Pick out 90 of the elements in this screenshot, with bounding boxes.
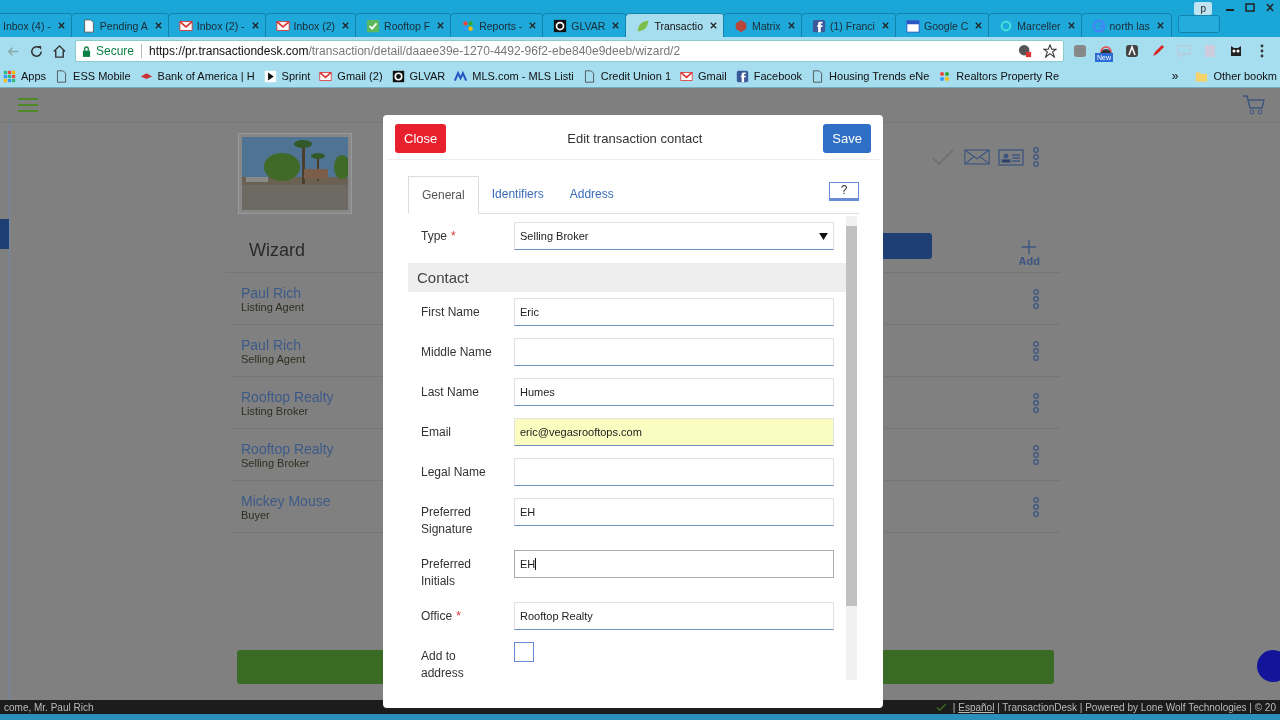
contact-role: Selling Broker [241,456,310,469]
dialog-tab[interactable]: Address [556,176,627,213]
bookmark-label: ESS Mobile [73,70,131,82]
field-label: Email [420,424,452,441]
bookmark[interactable]: Realtors Property Re [938,69,1060,83]
contact-role: Listing Broker [241,404,309,417]
tab-title: Marceller [1017,19,1062,32]
bookmark-label: GLVAR [409,70,446,82]
language-link[interactable]: Español [958,701,995,713]
browser-tab[interactable]: Inbox (2) [264,13,358,37]
close-button[interactable]: Close [395,124,447,153]
tab-title: (1) Franci [830,19,876,32]
bookmark-label: Housing Trends eNe [829,70,930,82]
browser-tab[interactable]: Rooftop F [355,13,453,37]
bookmark[interactable]: Bank of America | H [139,69,255,83]
bookmark[interactable]: ESS Mobile [55,69,131,83]
tab-title: GLVAR [571,19,607,32]
type-dropdown[interactable]: Selling Broker [514,222,834,250]
bookmark-label: Facebook [753,70,803,82]
browser-tab[interactable]: Marceller [988,13,1083,37]
tab-title: Rooftop F [384,19,432,32]
tab-title: Inbox (4) - [3,19,52,32]
tab-title: Pending A [99,19,149,32]
browser-tab[interactable]: Google C [894,13,991,37]
field-label: Last Name [420,384,481,401]
address-bar[interactable]: Secure https://pr.transactiondesk.com/transaction/detail/daaee39e-1270-4492-96f2-ebe840e9deeb/wizard/2 [75,40,1064,62]
bookmark-label: Other bookm [1213,70,1277,82]
bookmark-label: Gmail [698,70,727,82]
browser-tab[interactable]: Pending A [70,13,170,37]
field-label: Middle Name [420,344,493,361]
tab-title: Matrix [752,19,782,32]
browser-tab[interactable]: (1) Franci [801,13,897,37]
browser-tab[interactable]: Transactio [625,13,726,37]
field-label: Legal Name [420,464,487,481]
input-field[interactable]: eric@vegasrooftops.com [514,418,834,446]
browser-tab[interactable]: GLVAR [542,13,628,37]
bookmark[interactable]: Sprint [263,69,311,83]
field-label: Preferred Signature [420,504,474,538]
input-field[interactable]: EH [514,550,834,578]
contact-role: Buyer [241,508,270,521]
browser-tab[interactable]: Reports - [450,13,545,37]
dialog-title: Edit transaction contact [566,131,704,146]
dialog-tab[interactable]: Identifiers [478,176,557,213]
bookmark[interactable]: Facebook [735,69,803,83]
help-button[interactable]: ? [829,182,859,201]
input-field[interactable]: Humes [514,378,834,406]
bookmark-label: Apps [21,70,47,82]
field-label: Type * [420,228,457,245]
tab-title: Inbox (2) - [196,19,246,32]
profile-badge[interactable]: p [1194,2,1212,15]
field-label: Add to address [420,648,465,680]
input-field[interactable]: Rooftop Realty [514,602,834,630]
section-header: Contact [408,263,846,292]
bookmark[interactable]: Credit Union 1 [582,69,672,83]
bookmark-folder[interactable]: Other bookm [1195,69,1277,83]
bookmark[interactable]: Housing Trends eNe [811,69,930,83]
bookmark[interactable]: Gmail (2) [319,69,383,83]
bookmark[interactable]: MLS.com - MLS Listi [454,69,574,83]
more-bookmarks-button[interactable]: » [1171,69,1179,83]
field-label: Office * [420,608,462,625]
bookmark-label: MLS.com - MLS Listi [472,70,574,82]
browser-tab[interactable]: Inbox (2) - [167,13,267,37]
bookmark[interactable]: Gmail [680,69,727,83]
browser-tab[interactable]: north las [1080,13,1172,37]
tab-title: north las [1109,19,1151,32]
tab-title: Reports - [479,19,524,32]
tab-title: Inbox (2) [293,19,337,32]
dialog-tab[interactable]: General [408,176,479,214]
contact-role: Listing Agent [241,300,304,313]
bookmark-label: Bank of America | H [157,70,255,82]
save-button[interactable]: Save [823,124,871,153]
bookmark-label: Credit Union 1 [600,70,672,82]
footer-text: | Español | TransactionDesk | Powered by Lone Wolf Technologies | © 20 [952,701,1276,713]
input-field[interactable]: EH [514,498,834,526]
url-text: https://pr.transactiondesk.com/transaction/detail/daaee39e-1270-4492-96f2-ebe840e9deeb/wizard/2 [149,44,682,58]
field-label: First Name [420,304,481,321]
tab-title: Transactio [654,19,705,32]
field-label: Preferred Initials [420,556,473,590]
section-title: Wizard [249,240,305,261]
bookmark[interactable]: Apps [3,69,47,83]
bookmark-label: Gmail (2) [337,70,383,82]
browser-tab[interactable]: Matrix [723,13,804,37]
welcome-text: come, Mr. Paul Rich [4,701,94,713]
input-field[interactable]: Eric [514,298,834,326]
contact-role: Selling Agent [241,352,306,365]
bookmark[interactable]: GLVAR [391,69,446,83]
secure-label: Secure [96,44,135,58]
bookmark-label: Realtors Property Re [956,70,1060,82]
bookmark-label: Sprint [281,70,311,82]
tab-title: Google C [923,19,970,32]
